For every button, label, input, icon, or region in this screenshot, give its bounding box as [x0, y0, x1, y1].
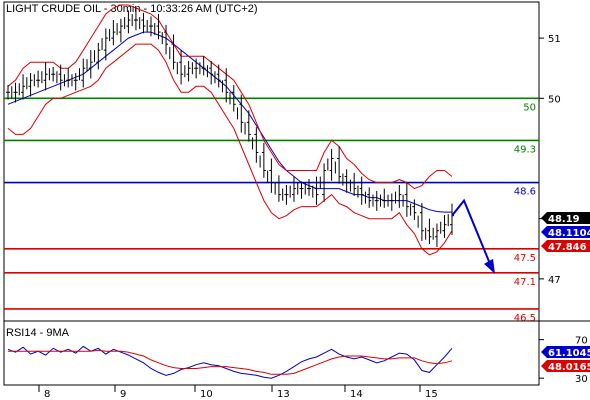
- time-axis-label: 14: [350, 389, 363, 400]
- level-label: 46.5: [514, 313, 536, 324]
- price-tag-label: 48.1104: [548, 228, 590, 239]
- rsi-tag-label: 48.0165: [548, 362, 590, 373]
- price-axis-label: 51: [548, 34, 561, 45]
- rsi-title: RSI14 - 9MA: [6, 327, 70, 339]
- time-axis-label: 10: [200, 389, 213, 400]
- price-tag-label: 48.19: [548, 214, 580, 225]
- level-label: 47.1: [514, 277, 536, 288]
- rsi-tag-label: 61.1045: [548, 348, 590, 359]
- chart-window: LIGHT CRUDE OIL - 30min - 10:33:26 AM (U…: [0, 0, 590, 400]
- price-tag-label: 47.846: [548, 242, 587, 253]
- chart-title: LIGHT CRUDE OIL - 30min - 10:33:26 AM (U…: [6, 3, 258, 15]
- price-chart: LIGHT CRUDE OIL - 30min - 10:33:26 AM (U…: [0, 0, 590, 400]
- price-axis-label: 47: [548, 275, 561, 286]
- time-axis-label: 15: [425, 389, 438, 400]
- level-label: 49.3: [514, 144, 536, 155]
- rsi-axis-label: 70: [575, 336, 588, 347]
- time-axis-label: 9: [120, 389, 126, 400]
- level-label: 50: [523, 102, 536, 113]
- time-axis-label: 13: [277, 389, 290, 400]
- level-label: 47.5: [514, 253, 536, 264]
- price-axis-label: 50: [548, 94, 561, 105]
- time-axis-label: 8: [44, 389, 50, 400]
- level-label: 48.6: [514, 187, 536, 198]
- rsi-axis-label: 30: [575, 374, 588, 385]
- price-tags: 48.19 48.1104 47.846: [541, 212, 590, 253]
